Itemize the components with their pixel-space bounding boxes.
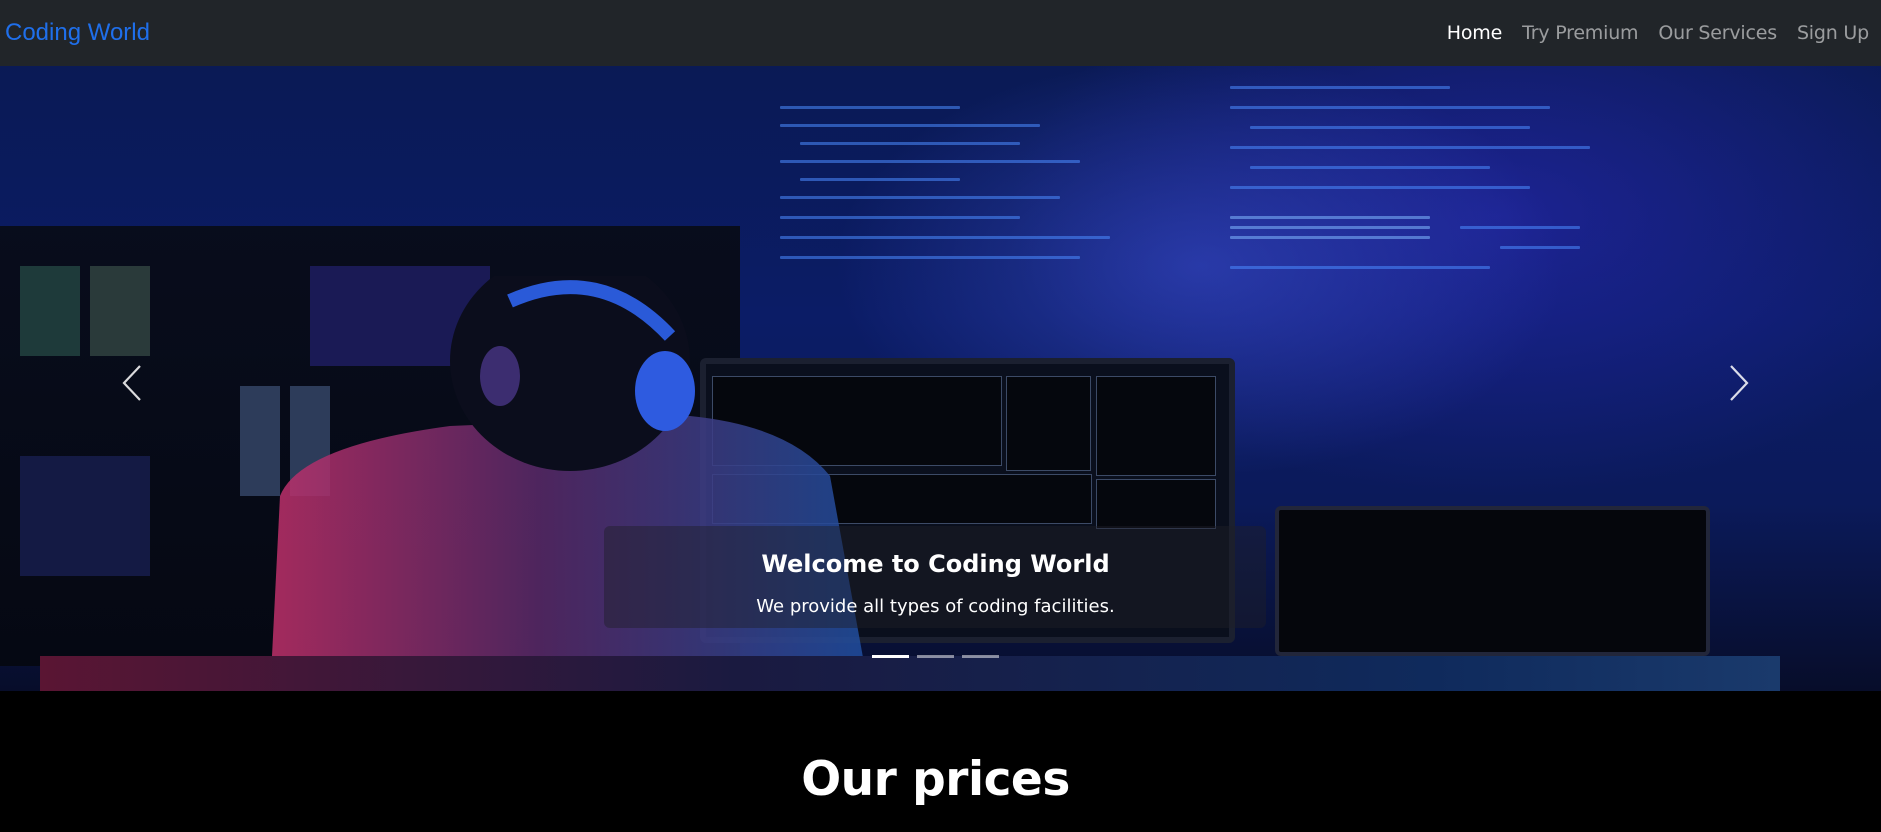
background-person: [270, 276, 870, 691]
carousel-prev-button[interactable]: [112, 358, 152, 408]
nav-links: Home Try Premium Our Services Sign Up: [1447, 22, 1869, 44]
carousel-indicators: [872, 655, 999, 658]
nav-link-try-premium[interactable]: Try Premium: [1522, 22, 1638, 44]
carousel-caption-title: Welcome to Coding World: [761, 550, 1110, 578]
brand-link[interactable]: Coding World: [5, 19, 150, 47]
carousel-indicator-1[interactable]: [872, 655, 909, 658]
carousel-indicator-2[interactable]: [917, 655, 954, 658]
background-code-wall: [760, 66, 1760, 326]
carousel-next-button[interactable]: [1719, 358, 1759, 408]
background-desk: [40, 656, 1780, 691]
navbar: Coding World Home Try Premium Our Servic…: [0, 0, 1881, 66]
hero-carousel: Welcome to Coding World We provide all t…: [0, 66, 1881, 691]
carousel-caption-text: We provide all types of coding facilitie…: [756, 596, 1115, 617]
chevron-left-icon: [122, 365, 141, 401]
nav-link-our-services[interactable]: Our Services: [1658, 22, 1777, 44]
carousel-indicator-3[interactable]: [962, 655, 999, 658]
background-laptop: [1275, 506, 1710, 656]
nav-link-sign-up[interactable]: Sign Up: [1797, 22, 1869, 44]
prices-section-title: Our prices: [801, 752, 1070, 807]
chevron-right-icon: [1730, 365, 1749, 401]
nav-link-home[interactable]: Home: [1447, 22, 1503, 44]
